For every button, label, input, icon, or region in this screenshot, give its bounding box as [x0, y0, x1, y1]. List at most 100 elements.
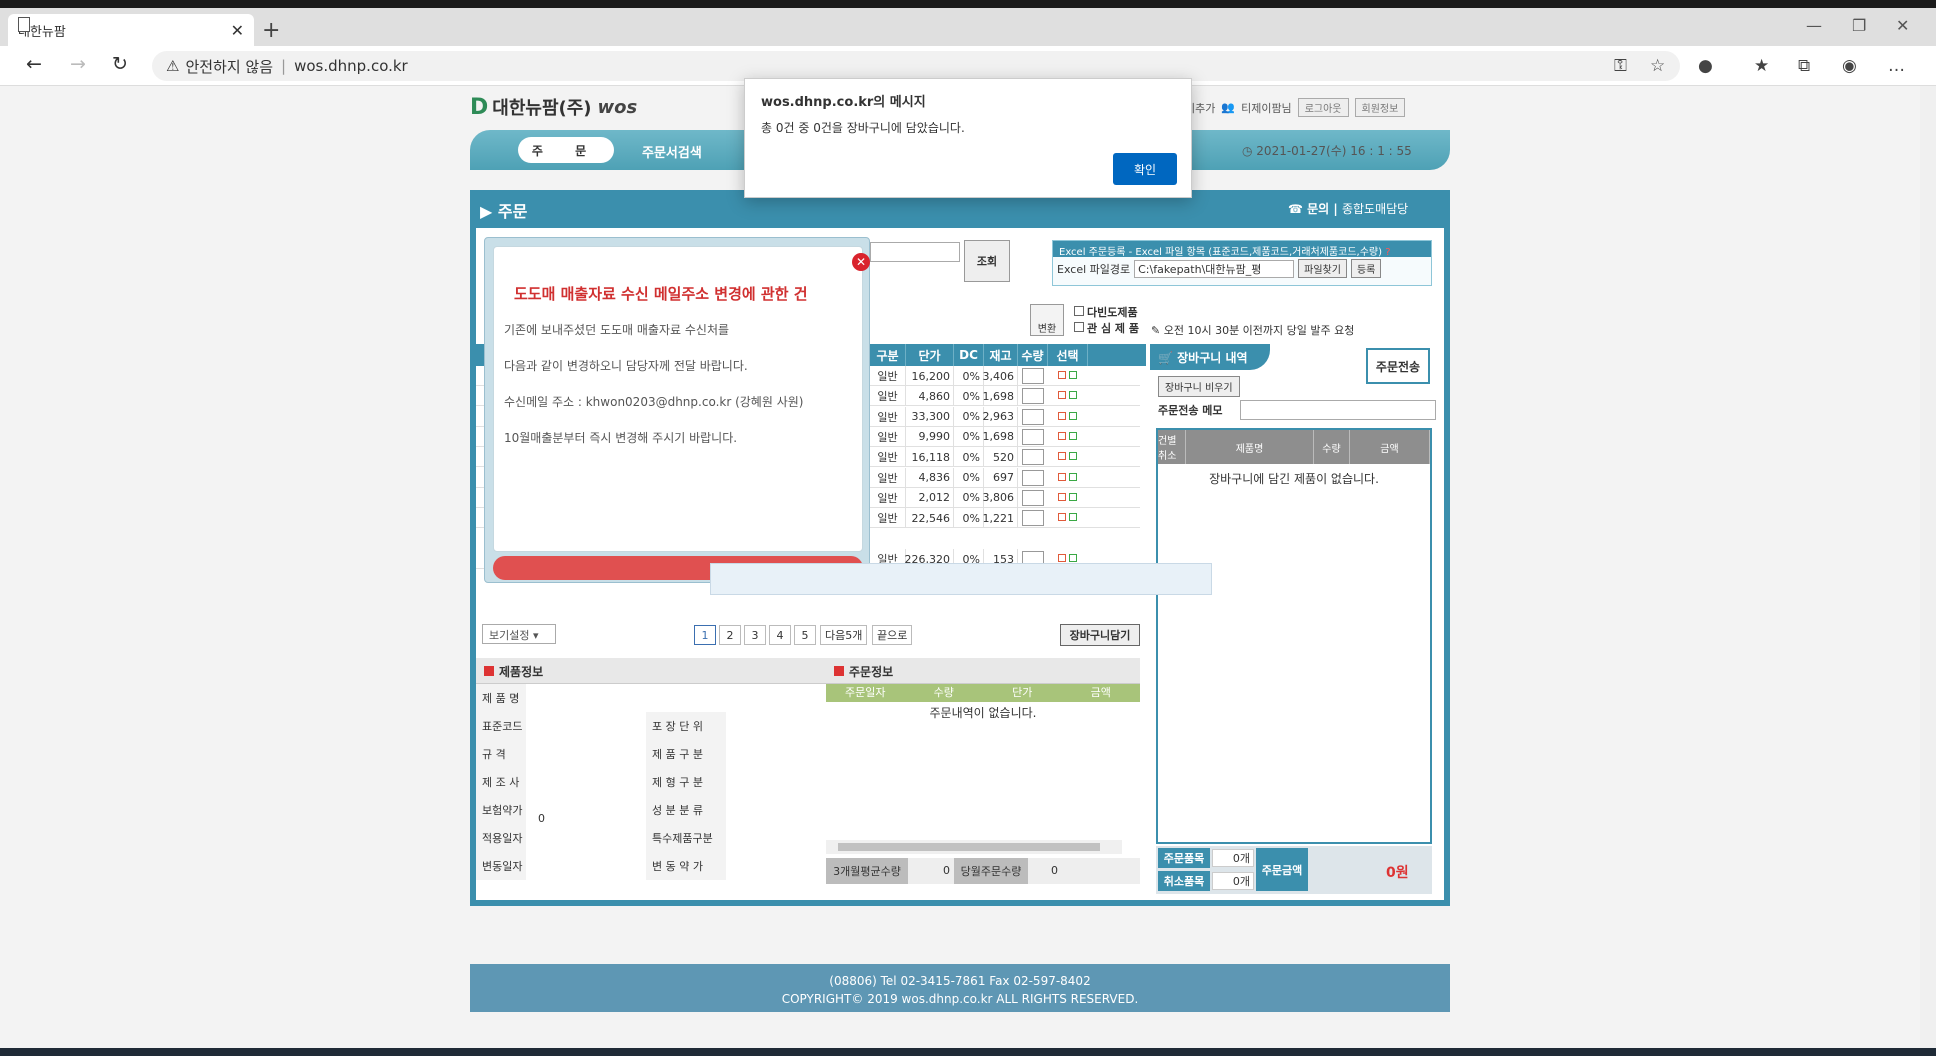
file-find-button[interactable]: 파일찾기	[1298, 259, 1347, 278]
extension-icon[interactable]: ●	[1698, 56, 1713, 76]
more-icon[interactable]: …	[1888, 56, 1905, 76]
quantity-input[interactable]	[1022, 388, 1044, 405]
close-window-icon[interactable]: ✕	[1896, 16, 1909, 35]
check-favorite[interactable]: 관 심 제 품	[1074, 320, 1139, 336]
col-stock[interactable]: 재고	[984, 344, 1018, 366]
search-button[interactable]: 조회	[964, 240, 1010, 282]
favorite-box-icon[interactable]	[1058, 371, 1066, 379]
excel-upload-box: Excel 주문등록 - Excel 파일 항목 (표준코드,제품코드,거래처제…	[1052, 240, 1432, 286]
select-box-icon[interactable]	[1069, 492, 1077, 501]
quantity-input[interactable]	[1022, 449, 1044, 466]
select-icons[interactable]	[1058, 492, 1077, 504]
col-price[interactable]: 단가	[906, 344, 954, 366]
select-icons[interactable]	[1058, 371, 1077, 382]
logout-button[interactable]: 로그아웃	[1297, 98, 1349, 117]
add-to-cart-button[interactable]: 장바구니담기	[1060, 624, 1140, 646]
refresh-icon[interactable]: ↻	[112, 53, 128, 75]
check-frequent[interactable]: 다빈도제품	[1074, 304, 1138, 320]
close-tab-icon[interactable]: ✕	[231, 21, 244, 40]
select-box-icon[interactable]	[1069, 371, 1077, 379]
send-order-button[interactable]: 주문전송	[1366, 348, 1430, 384]
select-icons[interactable]	[1058, 391, 1077, 402]
excel-row: Excel 파일경로 C:\fakepath\대한뉴팜_평 파일찾기 등록	[1053, 257, 1431, 280]
favorite-box-icon[interactable]	[1058, 472, 1066, 481]
url-field[interactable]: ⚠ 안전하지 않음 | wos.dhnp.co.kr	[152, 51, 1680, 81]
order-info-scrollbar[interactable]	[826, 840, 1122, 854]
col-dc[interactable]: DC	[954, 344, 984, 366]
member-info-button[interactable]: 회원정보	[1354, 98, 1406, 117]
select-box-icon[interactable]	[1069, 513, 1077, 522]
favorite-box-icon[interactable]	[1058, 492, 1066, 501]
quantity-input[interactable]	[1022, 368, 1044, 384]
select-icons[interactable]	[1058, 452, 1077, 463]
cancel-items-label: 취소품목	[1158, 871, 1210, 891]
quantity-input[interactable]	[1022, 408, 1044, 425]
new-tab-icon[interactable]: +	[262, 18, 280, 43]
search-input[interactable]	[870, 242, 960, 262]
minimize-icon[interactable]: —	[1806, 16, 1822, 35]
nav-order-tab[interactable]: 주 문	[518, 137, 614, 163]
cell-type: 일반	[870, 487, 906, 508]
back-icon[interactable]: ←	[26, 53, 42, 75]
select-icons[interactable]	[1058, 513, 1077, 524]
key-icon[interactable]: ⚿	[1614, 56, 1627, 76]
last-page-button[interactable]: 끝으로	[872, 625, 913, 645]
collections-icon[interactable]: ⧉	[1798, 56, 1810, 76]
memo-input[interactable]	[1240, 400, 1436, 420]
select-icons[interactable]	[1058, 472, 1077, 484]
quantity-input[interactable]	[1022, 469, 1044, 486]
page-1[interactable]: 1	[694, 625, 716, 645]
empty-cart-button[interactable]: 장바구니 비우기	[1158, 376, 1240, 397]
page-4[interactable]: 4	[769, 625, 791, 645]
convert-button[interactable]: 변환	[1030, 304, 1064, 336]
favorite-box-icon[interactable]	[1058, 513, 1066, 522]
next-5-button[interactable]: 다음5개	[820, 625, 868, 645]
favorite-box-icon[interactable]	[1058, 452, 1066, 461]
favorite-box-icon[interactable]	[1058, 431, 1066, 440]
cell-dc: 0%	[954, 406, 984, 427]
checkbox-icon[interactable]	[1074, 306, 1084, 316]
profile-icon[interactable]: ◉	[1842, 56, 1857, 76]
quantity-input[interactable]	[1022, 428, 1044, 445]
restore-icon[interactable]: ❐	[1852, 16, 1866, 35]
col-type[interactable]: 구분	[870, 344, 906, 366]
select-box-icon[interactable]	[1069, 472, 1077, 481]
favorite-box-icon[interactable]	[1058, 411, 1066, 420]
select-box-icon[interactable]	[1069, 554, 1077, 562]
favorite-box-icon[interactable]	[1058, 391, 1066, 400]
select-box-icon[interactable]	[1069, 452, 1077, 461]
select-box-icon[interactable]	[1069, 391, 1077, 400]
vertical-scrollbar[interactable]	[1920, 86, 1936, 1048]
site-logo[interactable]: D 대한뉴팜(주) wos	[470, 94, 637, 120]
view-setting-select[interactable]: 보기설정 ▾	[482, 624, 556, 644]
page-5[interactable]: 5	[794, 625, 816, 645]
popup-close-icon[interactable]: ✕	[852, 253, 870, 271]
col-qty[interactable]: 수량	[1018, 344, 1048, 366]
cell-type: 일반	[870, 406, 906, 427]
browser-window: 대한뉴팜 ✕ + — ❐ ✕ ← → ↻ ⚠ 안전하지 않음 | wos.dhn…	[0, 0, 1936, 1056]
register-button[interactable]: 등록	[1350, 259, 1382, 278]
page-3[interactable]: 3	[744, 625, 766, 645]
select-box-icon[interactable]	[1069, 411, 1077, 420]
select-box-icon[interactable]	[1069, 431, 1077, 440]
scroll-thumb[interactable]	[838, 843, 1100, 851]
favorite-add-icon[interactable]: ☆	[1650, 56, 1665, 76]
col-select[interactable]: 선택	[1048, 344, 1088, 366]
checkbox-icon[interactable]	[1074, 322, 1084, 332]
select-icons[interactable]	[1058, 431, 1077, 443]
quantity-input[interactable]	[1022, 510, 1044, 527]
help-icon[interactable]: ?	[1385, 247, 1390, 258]
forward-icon[interactable]: →	[70, 53, 86, 75]
cell-dc: 0%	[954, 467, 984, 488]
select-icons[interactable]	[1058, 411, 1077, 423]
excel-path-field[interactable]: C:\fakepath\대한뉴팜_평	[1134, 259, 1295, 278]
favorite-box-icon[interactable]	[1058, 554, 1066, 562]
browser-tab[interactable]: 대한뉴팜 ✕	[8, 14, 254, 46]
nav-search-tab[interactable]: 주문서검색	[642, 142, 702, 161]
quantity-input[interactable]	[1022, 489, 1044, 506]
favorites-icon[interactable]: ★	[1754, 56, 1769, 76]
alert-ok-button[interactable]: 확인	[1113, 153, 1177, 185]
product-info-label: 규 격	[476, 740, 526, 768]
page-2[interactable]: 2	[719, 625, 741, 645]
popup-line-2: 다음과 같이 변경하오니 담당자께 전달 바랍니다.	[504, 359, 748, 373]
